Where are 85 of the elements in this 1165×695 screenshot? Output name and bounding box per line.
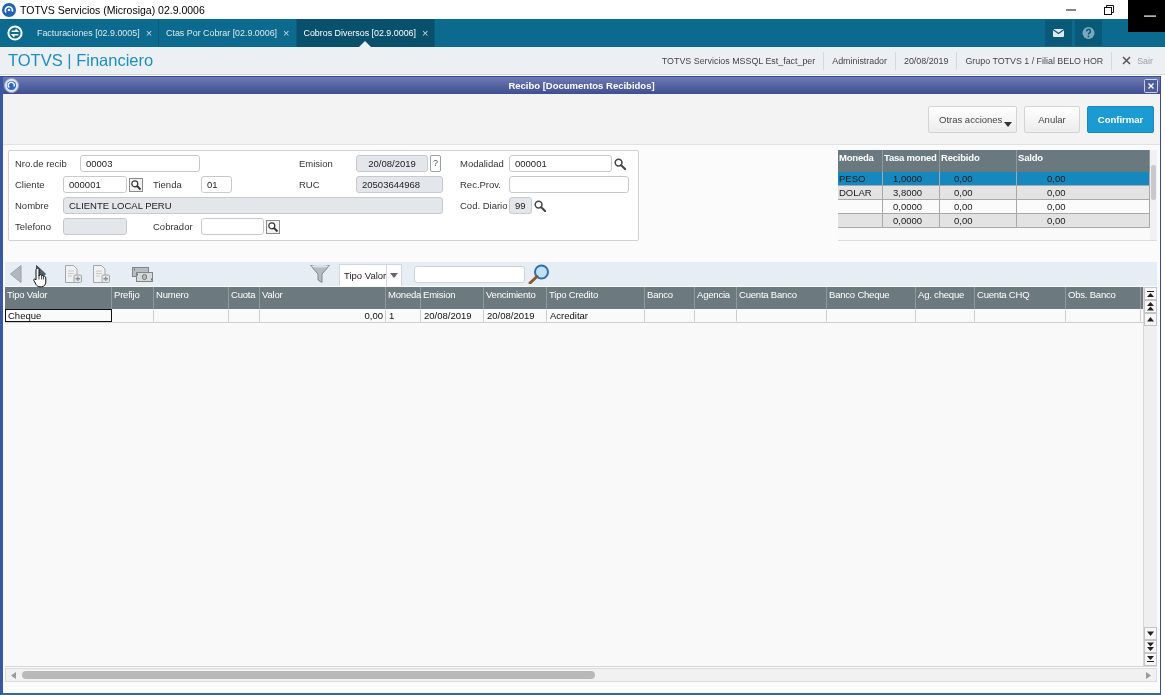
search-icon[interactable] <box>266 219 280 234</box>
field-label: Rec.Prov. <box>460 179 502 190</box>
scrollbar-thumb[interactable] <box>22 671 595 679</box>
table-cell: 20/08/2019 <box>484 309 547 322</box>
restore-icon[interactable] <box>1104 4 1114 15</box>
cancel-button[interactable]: Anular <box>1024 105 1080 133</box>
tab-close-button[interactable]: × <box>422 27 429 39</box>
table-cell: 0,0000 <box>883 214 940 227</box>
field-label: Telefono <box>15 221 52 232</box>
menu-button[interactable]: Otras acciones <box>928 105 1017 133</box>
header-info: TOTVS Servicios MSSQL Est_fact_per <box>660 54 817 68</box>
table-cell: 0,00 <box>940 186 1017 199</box>
page-up-icon[interactable] <box>1144 300 1157 313</box>
sync-icon[interactable] <box>7 25 23 41</box>
field-label: Cobrador <box>153 221 194 232</box>
horizontal-scrollbar[interactable] <box>5 668 1157 682</box>
field-label: Emision <box>299 158 334 169</box>
field-label: Nro.de recib <box>15 158 68 169</box>
vertical-scrollbar[interactable] <box>1150 150 1157 240</box>
table-cell: Acreditar <box>547 309 645 322</box>
column-header: Tipo Valor <box>5 287 112 309</box>
search-icon[interactable] <box>534 199 546 212</box>
minimize-icon[interactable] <box>1066 8 1076 11</box>
document-add-icon[interactable] <box>65 264 82 284</box>
text-field[interactable]: 01 <box>201 176 232 193</box>
tab-close-button[interactable]: × <box>145 27 153 39</box>
field-label: Nombre <box>15 200 50 211</box>
document-add-icon[interactable] <box>93 264 110 284</box>
field-label: Modalidad <box>460 158 505 169</box>
table-cell: 0,00 <box>940 172 1017 185</box>
caret-icon <box>390 273 399 278</box>
scroll-up-icon[interactable] <box>1144 313 1157 326</box>
mail-icon[interactable] <box>1045 20 1072 46</box>
table-cell: 20/08/2019 <box>421 309 484 322</box>
close-icon <box>1122 56 1132 65</box>
table-row[interactable]: 0,0000 0,00 0,00 <box>838 200 1150 214</box>
minimize-icon[interactable] <box>1128 0 1165 32</box>
table-row[interactable]: PESO 1,0000 0,00 0,00 <box>838 172 1150 186</box>
text-field[interactable]: 000001 <box>63 176 127 193</box>
search-icon[interactable] <box>129 177 143 192</box>
text-field[interactable]: 00003 <box>80 155 200 172</box>
tab-close-button[interactable]: × <box>283 27 290 39</box>
left-arrow-icon[interactable] <box>10 265 22 283</box>
table-cell: Cheque <box>5 309 112 322</box>
select-field[interactable]: Tipo Valor <box>339 264 402 286</box>
scroll-top-icon[interactable] <box>1144 287 1157 300</box>
filter-icon[interactable] <box>310 264 330 284</box>
table-cell: 0,0000 <box>883 200 940 213</box>
table-cell: 0,00 <box>260 309 386 322</box>
table-row[interactable]: DOLAR 3,8000 0,00 0,00 <box>838 186 1150 200</box>
table-cell: 0,00 <box>940 200 1017 213</box>
page-down-icon[interactable] <box>1144 640 1157 653</box>
scroll-bottom-icon[interactable] <box>1144 653 1157 666</box>
search-field[interactable] <box>414 265 525 283</box>
dialog-title: Recibo [Documentos Recibidos] <box>507 80 656 91</box>
scroll-down-icon[interactable] <box>1144 627 1157 640</box>
table-cell: 0,00 <box>940 214 1017 227</box>
hand-cursor-icon <box>33 267 48 288</box>
header-info: 20/08/2019 <box>895 51 957 70</box>
table-cell: 3,8000 <box>883 186 940 199</box>
field-label: Cod. Diario <box>460 200 509 211</box>
table-cell: 1,0000 <box>883 172 940 185</box>
window-title: TOTVS Servicios (Microsiga) 02.9.0006 <box>20 3 205 16</box>
help-icon[interactable] <box>1075 20 1102 46</box>
search-icon[interactable] <box>614 157 626 170</box>
scroll-right-icon[interactable] <box>1146 671 1151 679</box>
scroll-left-icon[interactable] <box>11 671 16 679</box>
text-field[interactable] <box>509 176 629 193</box>
table-row[interactable]: 0,0000 0,00 0,00 <box>838 214 1150 228</box>
text-field[interactable]: 000001 <box>509 155 612 172</box>
field-label: RUC <box>299 179 321 190</box>
tab[interactable]: Cobros Diversos [02.9.0006] × <box>296 19 436 47</box>
header-info: Grupo TOTVS 1 / Filial BELO HOR <box>956 51 1112 70</box>
caret-icon <box>1004 121 1012 127</box>
text-field[interactable] <box>201 218 264 235</box>
field-label: Cliente <box>15 179 46 190</box>
table-cell: DOLAR <box>838 186 883 199</box>
scrollbar-thumb[interactable] <box>1151 165 1156 200</box>
table-cell: 1 <box>386 309 421 322</box>
banknotes-icon[interactable] <box>132 266 153 282</box>
app-brand: TOTVS | Financiero <box>8 51 154 70</box>
field-label: Tienda <box>153 179 183 190</box>
header-info: Administrador <box>823 51 895 70</box>
table-cell: PESO <box>838 172 883 185</box>
close-icon[interactable] <box>1144 78 1158 93</box>
